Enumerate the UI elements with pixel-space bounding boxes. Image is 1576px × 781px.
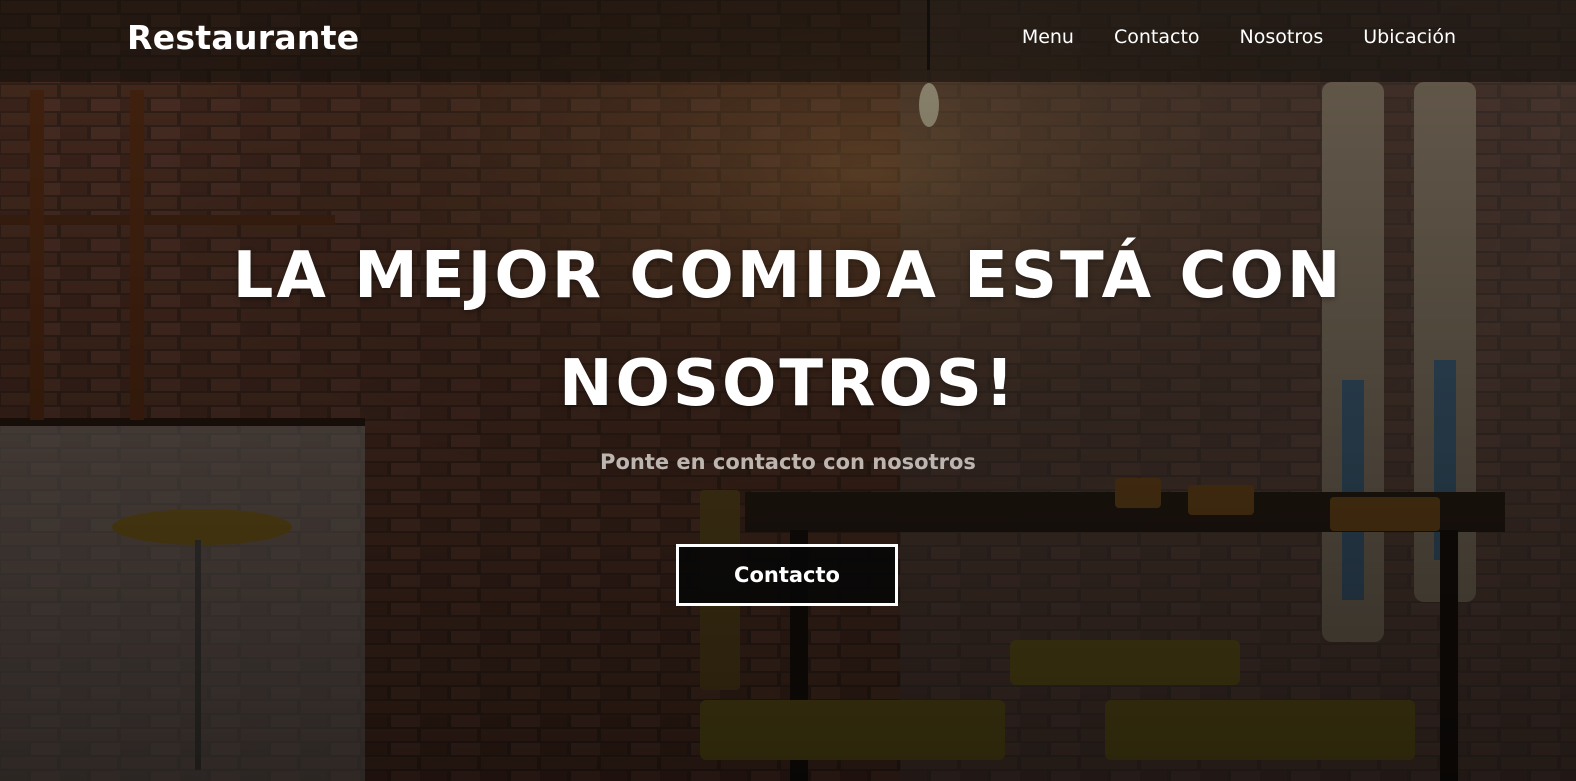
contact-button[interactable]: Contacto xyxy=(676,544,898,606)
nav-link-ubicacion[interactable]: Ubicación xyxy=(1363,26,1456,48)
hero-headline: LA MEJOR COMIDA ESTÁ CON NOSOTROS! xyxy=(232,239,1344,421)
nav-link-nosotros[interactable]: Nosotros xyxy=(1240,26,1324,48)
nav-links: Menu Contacto Nosotros Ubicación xyxy=(1022,26,1456,48)
nav-link-menu[interactable]: Menu xyxy=(1022,26,1074,48)
brand-logo[interactable]: Restaurante xyxy=(127,18,359,57)
hero-section: Restaurante Menu Contacto Nosotros Ubica… xyxy=(0,0,1576,781)
hero-subtitle: Ponte en contacto con nosotros xyxy=(600,450,976,474)
nav-link-contacto[interactable]: Contacto xyxy=(1114,26,1200,48)
navbar: Restaurante Menu Contacto Nosotros Ubica… xyxy=(0,0,1576,82)
